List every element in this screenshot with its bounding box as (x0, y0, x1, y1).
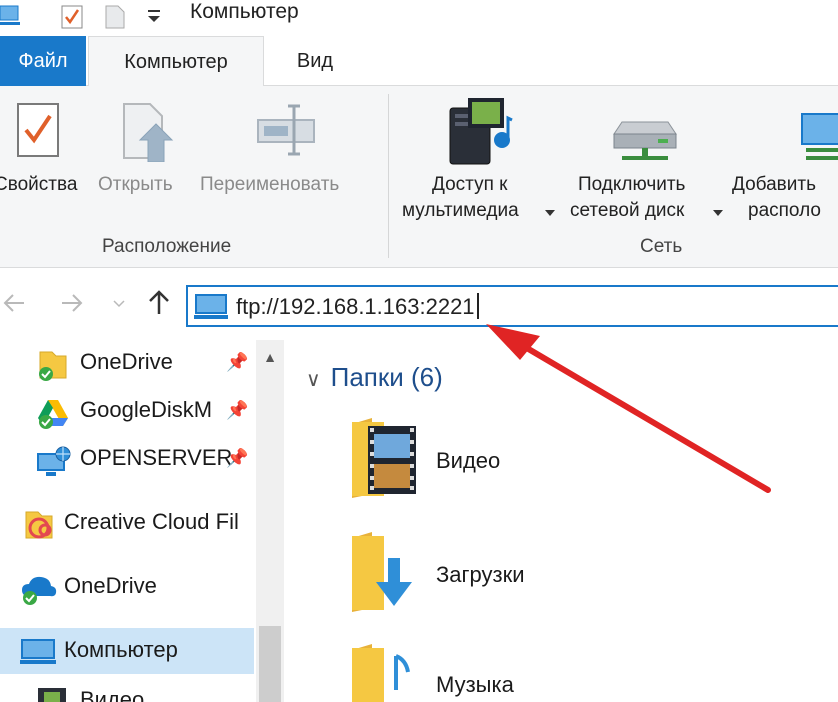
media-access-label-line1: Доступ к (432, 174, 508, 195)
open-icon (123, 103, 174, 162)
open-label: Открыть (98, 174, 173, 195)
window-icon (0, 5, 20, 25)
ribbon-tabs: Файл Компьютер Вид (0, 36, 838, 87)
chevron-down-icon[interactable]: ∨ (306, 369, 321, 391)
computer-icon (194, 294, 228, 319)
properties-quick-icon[interactable] (60, 4, 84, 30)
title-bar: Компьютер (0, 0, 838, 36)
text-caret (476, 293, 479, 319)
folders-section-header[interactable]: ∨ Папки (6) (306, 362, 443, 393)
rename-label: Переименовать (200, 174, 340, 195)
sidebar-item-label: OPENSERVER (80, 445, 233, 470)
sidebar-item-video[interactable]: Видео (0, 678, 254, 702)
creative-cloud-icon (25, 511, 53, 539)
scroll-thumb[interactable] (259, 626, 281, 702)
folder-label: Музыка (436, 672, 514, 697)
sidebar-item-label: Creative Cloud Fil (64, 509, 239, 534)
properties-label: Свойства (0, 174, 78, 195)
folder-label: Загрузки (436, 562, 525, 587)
folder-sync-icon (39, 351, 67, 381)
sidebar-item-label: OneDrive (80, 349, 173, 374)
map-network-drive-label-line1: Подключить (578, 174, 686, 195)
map-network-drive-label-line2: сетевой диск (570, 200, 685, 221)
sidebar-item-label: Видео (80, 687, 145, 702)
properties-button[interactable]: Свойства (0, 86, 92, 226)
chevron-down-icon (713, 210, 723, 216)
folder-item-video[interactable]: Видео (344, 416, 644, 506)
pin-icon: 📌 (226, 400, 249, 420)
location-group-label: Расположение (102, 236, 232, 257)
sidebar-item-label: GoogleDiskM (80, 397, 213, 422)
rename-icon (257, 104, 315, 156)
add-network-location-label-line1: Добавить (732, 174, 816, 195)
network-group-label: Сеть (640, 236, 683, 257)
computer-icon (20, 639, 56, 664)
new-folder-quick-icon[interactable] (104, 4, 126, 30)
add-location-icon (801, 113, 838, 160)
up-arrow-icon[interactable] (146, 288, 172, 316)
sidebar-item-onedrive[interactable]: OneDrive (0, 564, 254, 610)
sidebar-item-label: OneDrive (64, 573, 157, 598)
quick-access-dropdown-icon[interactable] (144, 4, 164, 28)
navigation-pane: OneDrive 📌 GoogleDiskM 📌 OPENSERVER 📌 Cr… (0, 340, 284, 702)
recent-locations-chevron-icon[interactable] (112, 298, 126, 310)
sidebar-item-openserver[interactable]: OPENSERVER 📌 (0, 436, 254, 482)
sidebar-item-computer[interactable]: Компьютер (0, 628, 254, 674)
back-arrow-icon[interactable] (2, 290, 28, 316)
video-folder-icon (38, 688, 66, 702)
folder-label: Видео (436, 448, 501, 473)
music-folder-icon (352, 644, 410, 702)
chevron-down-icon (545, 210, 555, 216)
rename-button[interactable]: Переименовать (200, 86, 372, 226)
add-network-location-button[interactable]: Добавить располо (730, 86, 838, 226)
pin-icon: 📌 (226, 352, 249, 372)
onedrive-cloud-icon (22, 576, 57, 605)
sidebar-item-onedrive-pinned[interactable]: OneDrive 📌 (0, 340, 254, 386)
media-access-label-line2: мультимедиа (402, 200, 519, 221)
content-pane: ∨ Папки (6) Видео Загрузки Музыка (284, 340, 838, 702)
add-network-location-label-line2: располо (748, 200, 821, 221)
ribbon-panel: Свойства Открыть Переименовать Расположе… (0, 86, 838, 268)
folder-item-downloads[interactable]: Загрузки (344, 530, 644, 620)
sidebar-item-label: Компьютер (64, 637, 178, 662)
address-text: ftp://192.168.1.163:2221 (236, 294, 475, 319)
address-bar[interactable]: ftp://192.168.1.163:2221 (186, 285, 838, 327)
sidebar-item-googledisk[interactable]: GoogleDiskM 📌 (0, 388, 254, 434)
downloads-folder-icon (352, 532, 412, 612)
media-access-icon (449, 98, 513, 165)
sidebar-scrollbar[interactable]: ▲ (256, 340, 284, 702)
google-drive-icon (38, 400, 68, 429)
scroll-up-arrow-icon[interactable]: ▲ (256, 340, 284, 374)
section-title: Папки (6) (330, 362, 443, 392)
media-access-button[interactable]: Доступ к мультимедиа (398, 86, 558, 226)
ribbon-separator (388, 94, 389, 258)
tab-computer[interactable]: Компьютер (88, 36, 264, 87)
folder-item-music[interactable]: Музыка (344, 642, 644, 702)
address-input[interactable]: ftp://192.168.1.163:2221 (236, 293, 479, 320)
forward-arrow-icon[interactable] (58, 290, 84, 316)
pin-icon: 📌 (226, 448, 249, 468)
video-folder-icon (352, 418, 416, 498)
tab-file[interactable]: Файл (0, 36, 86, 86)
properties-icon (17, 103, 59, 157)
tab-view[interactable]: Вид (270, 36, 360, 86)
network-folder-icon (37, 446, 71, 476)
window-title: Компьютер (190, 0, 299, 23)
network-drive-icon (613, 121, 677, 160)
open-button[interactable]: Открыть (96, 86, 196, 226)
map-network-drive-button[interactable]: Подключить сетевой диск (566, 86, 728, 226)
sidebar-item-creative-cloud[interactable]: Creative Cloud Fil (0, 500, 254, 546)
